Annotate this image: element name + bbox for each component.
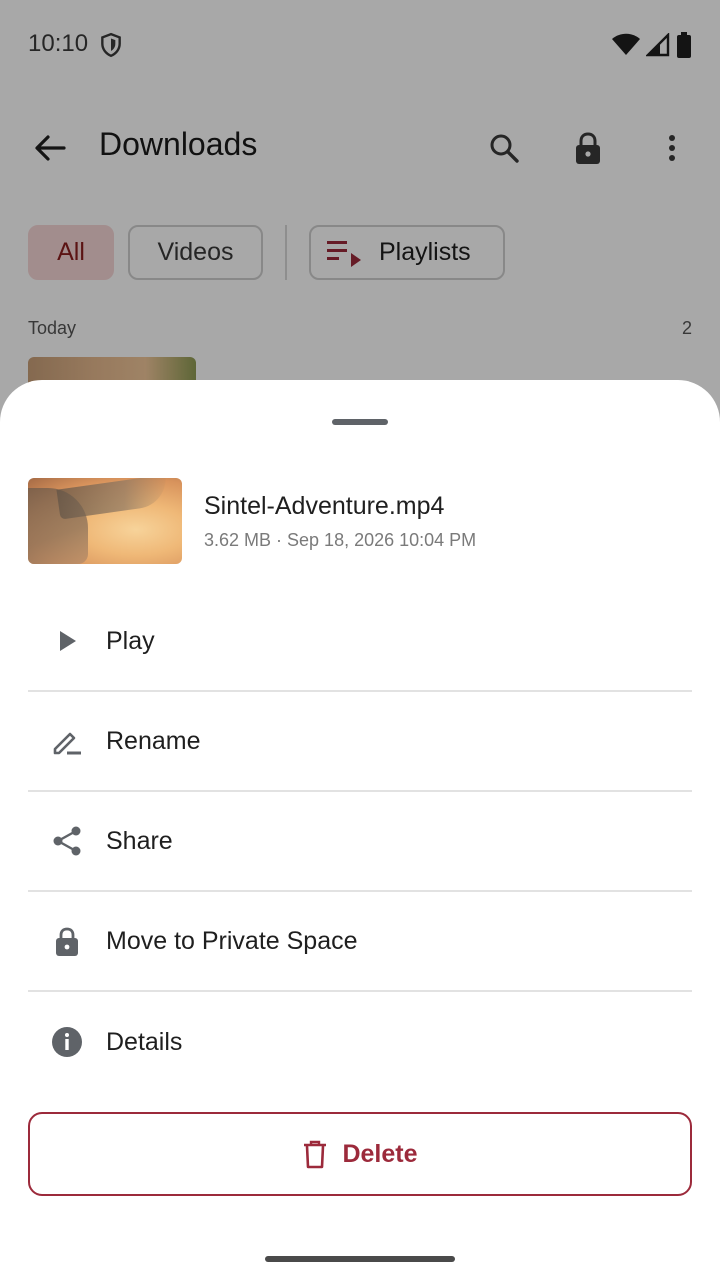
delete-label: Delete [342, 1139, 418, 1168]
drag-handle[interactable] [332, 419, 388, 425]
edit-icon [50, 724, 84, 758]
file-info: Sintel-Adventure.mp4 3.62 MB · Sep 18, 2… [28, 478, 692, 566]
file-thumbnail [28, 478, 182, 564]
move-to-private-action[interactable]: Move to Private Space [28, 892, 692, 992]
details-action[interactable]: Details [28, 992, 692, 1092]
action-menu: Play Rename Share Move to Private Space … [28, 592, 692, 1092]
move-to-private-label: Move to Private Space [106, 926, 358, 955]
trash-icon [304, 1140, 327, 1169]
details-label: Details [106, 1027, 183, 1056]
lock-icon [50, 924, 84, 958]
file-meta: 3.62 MB · Sep 18, 2026 10:04 PM [204, 530, 477, 550]
rename-action[interactable]: Rename [28, 692, 692, 792]
delete-button[interactable]: Delete [28, 1112, 692, 1196]
play-label: Play [106, 626, 155, 655]
share-icon [50, 824, 84, 858]
play-action[interactable]: Play [28, 592, 692, 692]
file-name: Sintel-Adventure.mp4 [204, 492, 445, 520]
share-action[interactable]: Share [28, 792, 692, 892]
bottom-sheet: Sintel-Adventure.mp4 3.62 MB · Sep 18, 2… [0, 380, 720, 1280]
info-icon [50, 1025, 84, 1059]
play-icon [50, 624, 84, 658]
share-label: Share [106, 826, 173, 855]
gesture-bar[interactable] [265, 1256, 455, 1262]
rename-label: Rename [106, 726, 201, 755]
